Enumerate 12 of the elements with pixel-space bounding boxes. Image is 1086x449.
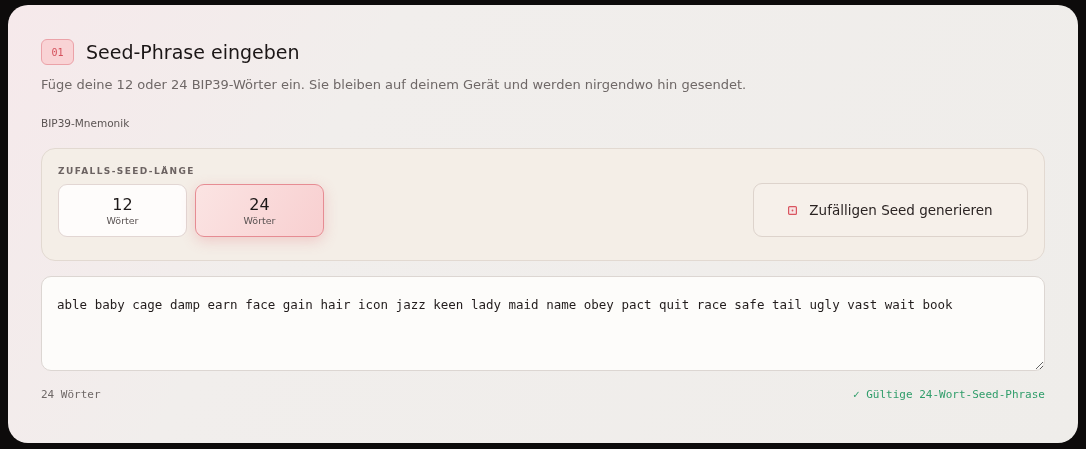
field-label: BIP39-Mnemonik <box>41 117 130 129</box>
word-count: 24 Wörter <box>41 388 101 401</box>
length-option[interactable]: 24 Wörter <box>195 183 324 237</box>
length-option[interactable]: 12 Wörter <box>58 183 187 237</box>
step-title: Seed-Phrase eingeben <box>86 41 300 63</box>
panel-heading: ZUFALLS-SEED-LÄNGE <box>58 166 195 176</box>
generate-seed-button[interactable]: Zufälligen Seed generieren <box>753 183 1028 237</box>
validation-message: ✓ Gültige 24-Wort-Seed-Phrase <box>852 388 1045 401</box>
step-number: 01 <box>41 39 74 65</box>
dice-icon <box>788 205 798 215</box>
step-description: Füge deine 12 oder 24 BIP39-Wörter ein. Sie bleiben auf deinem Gerät und werden nirgendwo hin gesendet. <box>41 77 748 92</box>
mnemonic-field[interactable]: able baby cage damp earn face gain hair icon jazz keen lady maid name obey pact quit race safe tail ugly vast wait book <box>41 276 1045 371</box>
